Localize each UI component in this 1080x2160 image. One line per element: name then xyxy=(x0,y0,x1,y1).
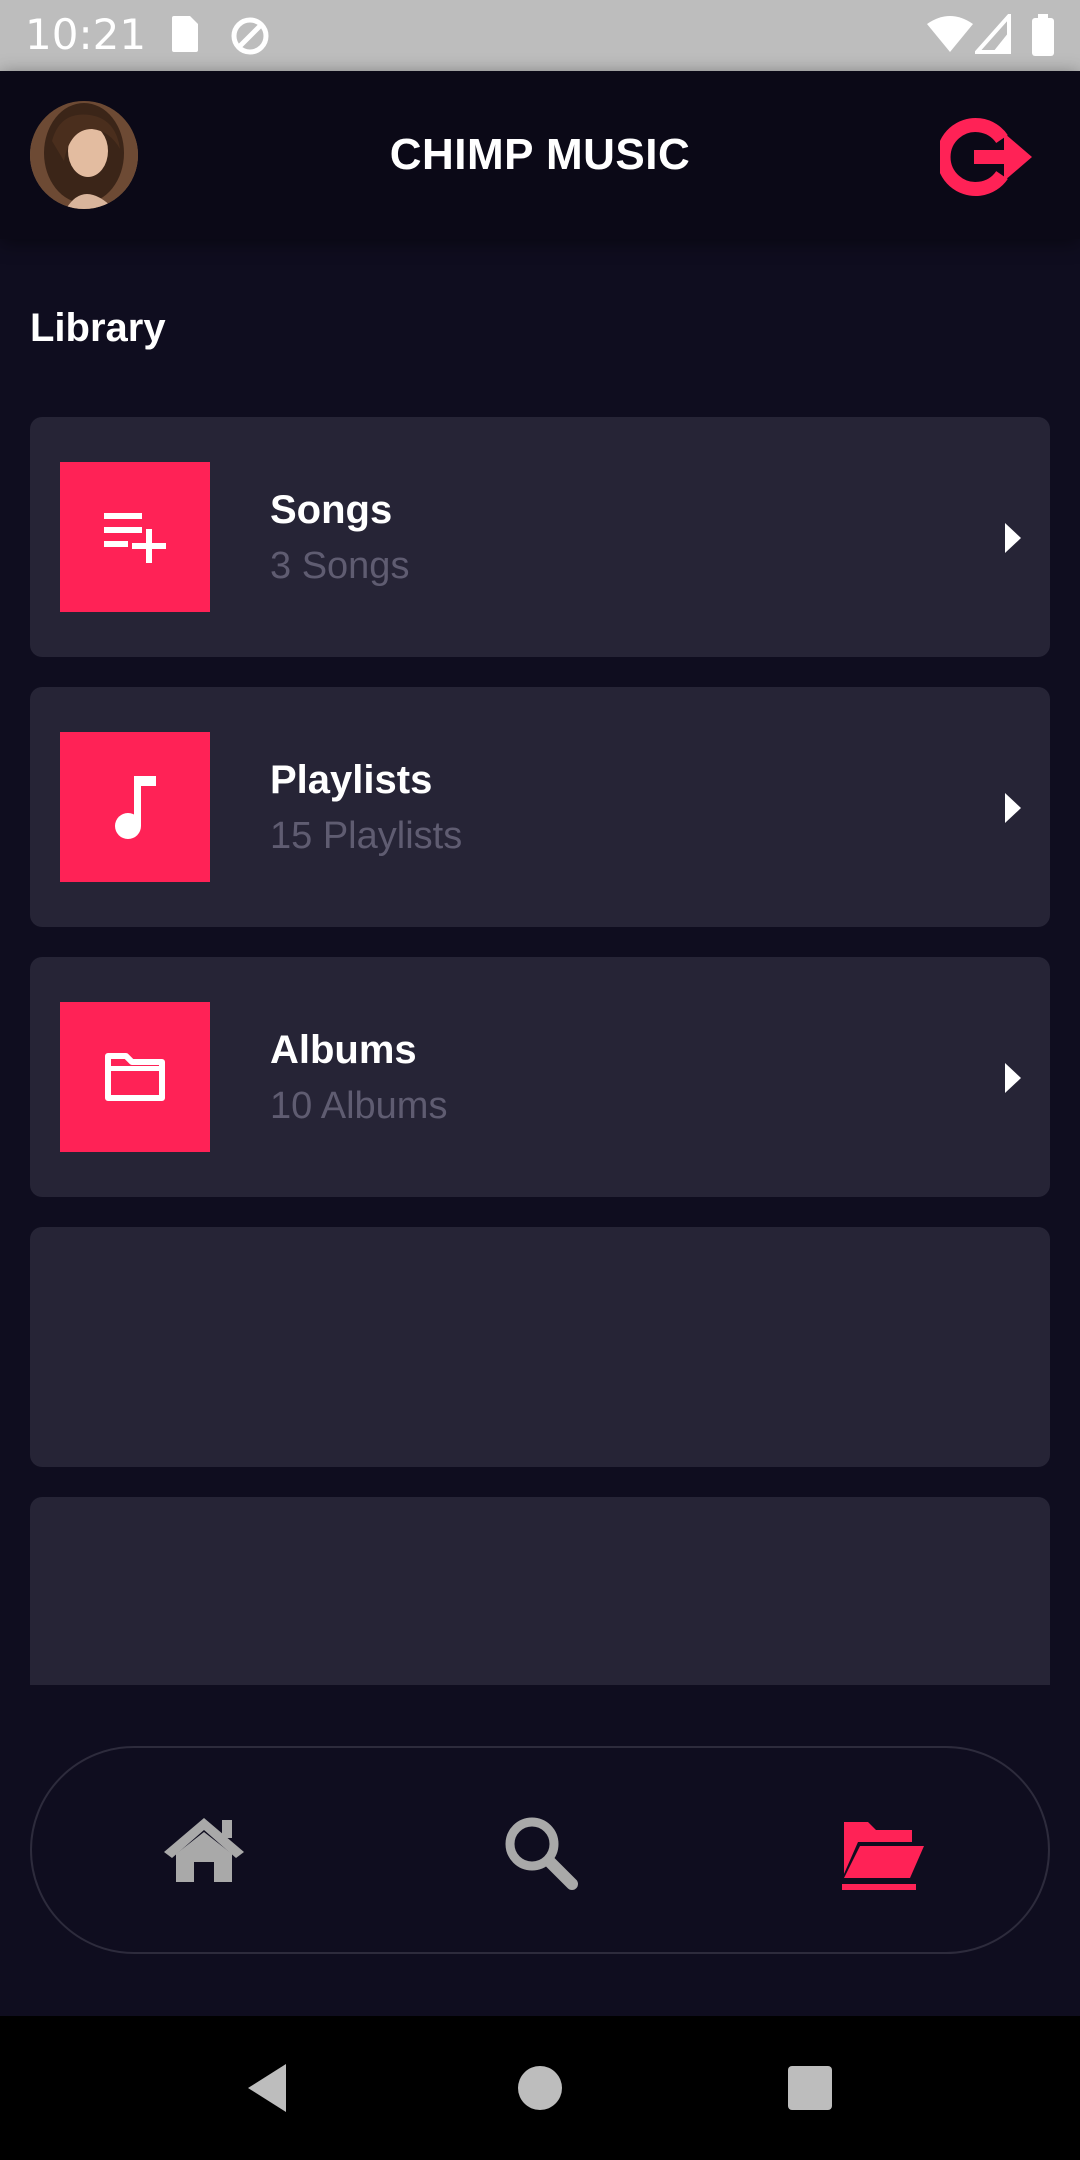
nav-home-button[interactable] xyxy=(162,1814,246,1889)
library-item-playlists[interactable]: Playlists 15 Playlists xyxy=(30,687,1050,927)
library-item-thumb xyxy=(60,462,210,612)
folder-icon xyxy=(105,1053,165,1101)
library-item-subtitle: 3 Songs xyxy=(270,545,410,587)
search-icon xyxy=(505,1817,578,1890)
recents-icon[interactable] xyxy=(786,2064,834,2112)
library-item-title: Albums xyxy=(270,1028,417,1072)
chevron-right-icon xyxy=(1005,523,1021,553)
screen: 10:21 CHIMP MUSIC Library Songs 3 Songs … xyxy=(0,0,1080,2160)
chevron-right-icon xyxy=(1005,1063,1021,1093)
folder-open-icon xyxy=(842,1822,924,1890)
back-icon[interactable] xyxy=(244,2062,290,2114)
library-item-albums[interactable]: Albums 10 Albums xyxy=(30,957,1050,1197)
library-item-thumb xyxy=(60,1002,210,1152)
library-item-subtitle: 10 Albums xyxy=(270,1085,448,1127)
nav-library-button[interactable] xyxy=(840,1814,926,1897)
home-icon xyxy=(164,1818,244,1882)
music-note-icon xyxy=(115,776,156,839)
system-nav-bar xyxy=(0,2016,1080,2160)
library-item-title: Playlists xyxy=(270,758,433,802)
library-list: Songs 3 Songs Playlists 15 Playlists Alb… xyxy=(0,0,1080,1685)
home-circle-icon[interactable] xyxy=(516,2064,564,2112)
nav-search-button[interactable] xyxy=(502,1814,578,1895)
chevron-right-icon xyxy=(1005,793,1021,823)
library-item-subtitle: 15 Playlists xyxy=(270,815,463,857)
bottom-nav xyxy=(30,1746,1050,1954)
library-placeholder-card xyxy=(30,1227,1050,1467)
library-item-title: Songs xyxy=(270,488,393,532)
playlist-add-icon xyxy=(104,513,166,563)
library-placeholder-card xyxy=(30,1497,1050,1685)
library-item-songs[interactable]: Songs 3 Songs xyxy=(30,417,1050,657)
library-item-thumb xyxy=(60,732,210,882)
